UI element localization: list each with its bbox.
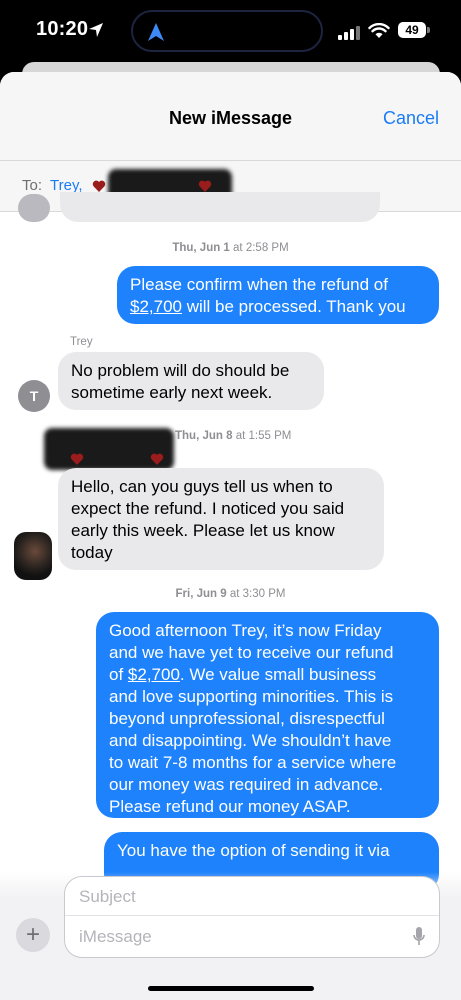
compose-divider: [65, 915, 439, 916]
message-bubble-outgoing[interactable]: Good afternoon Trey, it’s now Friday and…: [96, 612, 439, 818]
microphone-icon[interactable]: [413, 927, 425, 947]
timestamp-time: 2:58 PM: [245, 242, 289, 254]
message-text: our money was required in advance.: [109, 775, 384, 794]
message-text: to wait 7-8 months for a service where: [109, 753, 397, 772]
timestamp-time: 1:55 PM: [248, 430, 292, 442]
apps-plus-button[interactable]: +: [16, 918, 50, 952]
timestamp-time: 3:30 PM: [242, 588, 286, 600]
heart-emoji-icon: [198, 180, 212, 192]
new-message-sheet: New iMessage Cancel To: Trey, Thu, Jun 1…: [0, 72, 461, 1000]
message-bubble-outgoing[interactable]: Please confirm when the refund of $2,700…: [117, 266, 439, 324]
timestamp-day: Thu, Jun 1: [172, 242, 230, 254]
sender-name: Trey: [70, 336, 93, 348]
message-bubble-incoming[interactable]: No problem will do should be sometime ea…: [58, 352, 324, 410]
heart-emoji-icon: [92, 180, 106, 192]
message-text: of: [109, 665, 128, 684]
message-text: will be processed. Thank you: [182, 297, 406, 316]
wifi-icon: [368, 23, 390, 38]
timestamp-day: Fri, Jun 9: [175, 588, 227, 600]
amount-link[interactable]: $2,700: [128, 665, 180, 684]
timestamp: Fri, Jun 9 at 3:30 PM: [0, 588, 461, 600]
message-text: Hello, can you guys tell us when to: [71, 477, 333, 496]
status-time: 10:20: [36, 18, 89, 40]
amount-link[interactable]: $2,700: [130, 297, 182, 316]
navigation-arrow-icon: [148, 23, 164, 41]
message-text: early this week. Please let us know: [71, 521, 335, 540]
message-text: You have the option of sending it via: [117, 841, 390, 860]
message-input[interactable]: iMessage: [79, 927, 152, 947]
timestamp-at: at: [229, 588, 240, 600]
timestamp-at: at: [235, 430, 246, 442]
avatar-photo[interactable]: [14, 532, 52, 580]
compose-box[interactable]: Subject iMessage: [64, 876, 440, 958]
message-text: and we have yet to receive our refund: [109, 643, 394, 662]
timestamp: Thu, Jun 8 at 1:55 PM: [175, 430, 291, 442]
avatar-partial: [18, 194, 50, 222]
subject-field[interactable]: Subject: [79, 887, 136, 907]
dynamic-island: [131, 10, 323, 52]
cancel-button[interactable]: Cancel: [383, 108, 439, 129]
battery-indicator: 49: [398, 22, 426, 38]
message-text: expect the refund. I noticed you said: [71, 499, 345, 518]
message-text: No problem will do should be: [71, 361, 290, 380]
message-text: today: [71, 543, 113, 562]
message-text: Good afternoon Trey, it’s now Friday: [109, 621, 382, 640]
heart-emoji-icon: [70, 453, 84, 465]
message-text: Please refund our money ASAP.: [109, 797, 351, 816]
battery-tip: [427, 27, 430, 33]
message-text: and love supporting minorities. This is: [109, 687, 394, 706]
message-text: . We value small business: [179, 665, 377, 684]
message-text: beyond unprofessional, disrespectful: [109, 709, 385, 728]
message-bubble-partial: [60, 192, 380, 222]
heart-emoji-icon: [150, 453, 164, 465]
message-text: and disappointing. We shouldn’t have: [109, 731, 392, 750]
timestamp-day: Thu, Jun 8: [175, 430, 233, 442]
home-indicator: [148, 986, 314, 991]
message-text: Please confirm when the refund of: [130, 275, 388, 294]
location-arrow-icon: [89, 23, 103, 37]
message-bubble-incoming[interactable]: Hello, can you guys tell us when to expe…: [58, 468, 384, 570]
status-bar: 10:20 49: [0, 0, 461, 62]
timestamp-at: at: [233, 242, 243, 254]
cellular-signal-icon: [338, 26, 360, 40]
to-label: To:: [22, 177, 43, 194]
avatar[interactable]: T: [18, 380, 50, 412]
header: New iMessage Cancel: [0, 72, 461, 160]
message-text: sometime early next week.: [71, 383, 273, 402]
timestamp: Thu, Jun 1 at 2:58 PM: [0, 242, 461, 254]
